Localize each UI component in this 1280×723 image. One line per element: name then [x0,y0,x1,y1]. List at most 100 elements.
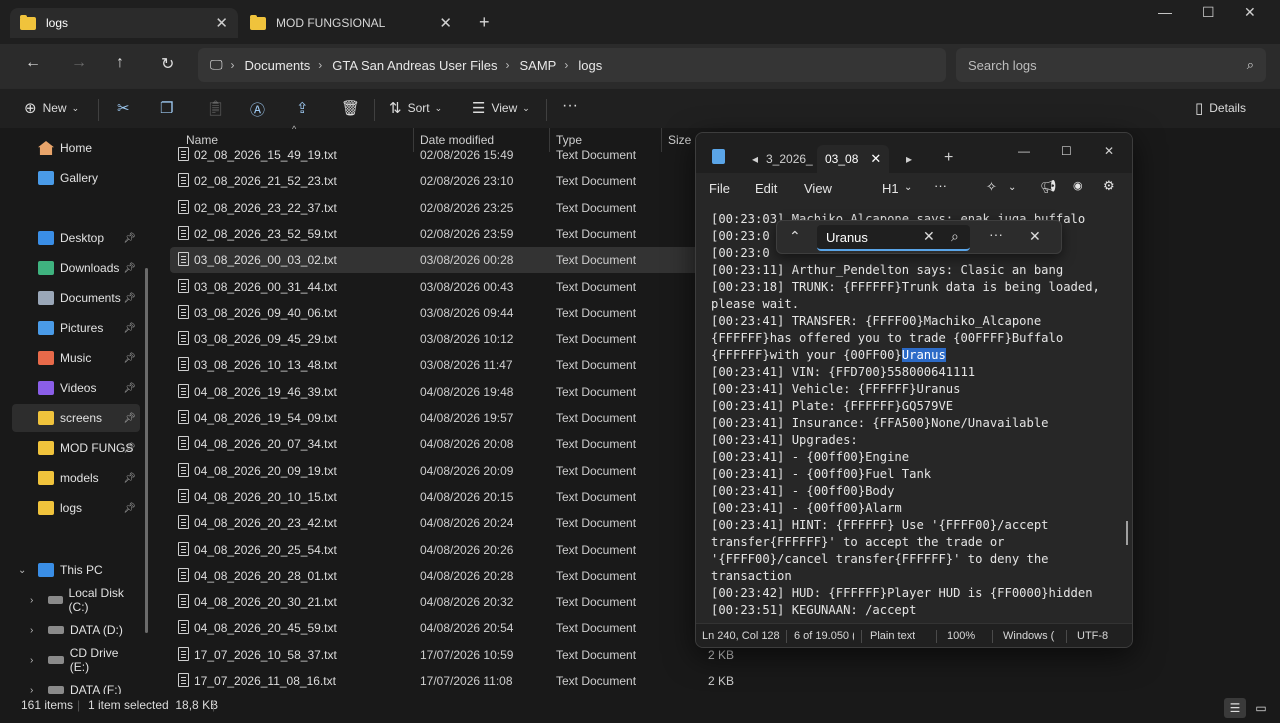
close-icon[interactable]: ✕ [439,14,452,32]
close-window-button[interactable]: ✕ [1104,137,1114,165]
gear-icon[interactable]: ⚙ [1103,178,1115,194]
minimize-button[interactable]: — [1018,137,1030,165]
table-row[interactable]: 03_08_2026_10_13_48.txt 03/08/2026 11:47… [170,352,710,378]
table-row[interactable]: 03_08_2026_00_31_44.txt 03/08/2026 00:43… [170,274,710,300]
copilot-icon[interactable]: ✧ [986,179,997,195]
zoom-level[interactable]: 100% [947,630,975,642]
table-row[interactable]: 04_08_2026_20_07_34.txt 04/08/2026 20:08… [170,431,710,457]
text-editor[interactable]: [00:23:03] Machiko_Alcapone says: enak j… [696,203,1132,621]
sidebar-item-drive[interactable]: › CD Drive (E:) [12,646,140,674]
menu-file[interactable]: File [709,181,730,196]
close-icon[interactable]: ✕ [870,151,881,167]
table-row[interactable]: 04_08_2026_20_28_01.txt 04/08/2026 20:28… [170,563,710,589]
table-row[interactable]: 04_08_2026_20_23_42.txt 04/08/2026 20:24… [170,510,710,536]
sidebar-item-pinned[interactable]: Videos 📌︎ [12,374,140,402]
paste-button[interactable]: 📋︎ [206,99,231,117]
table-row[interactable]: 04_08_2026_20_09_19.txt 04/08/2026 20:09… [170,458,710,484]
clear-search-icon[interactable]: ✕ [923,228,935,245]
find-input[interactable] [817,225,970,251]
table-row[interactable]: 04_08_2026_20_30_21.txt 04/08/2026 20:32… [170,589,710,615]
sidebar-item-pinned[interactable]: screens 📌︎ [12,404,140,432]
rename-button[interactable]: Ⓐ [250,99,271,120]
maximize-button[interactable]: ☐ [1061,137,1072,165]
line-ending[interactable]: Windows ( [1003,630,1059,642]
share-button[interactable]: ⇪ [296,99,315,117]
tab-scroll-left-icon[interactable]: ◂ [752,145,758,173]
sidebar-item-pinned[interactable]: MOD FUNGS 📌︎ [12,434,140,462]
breadcrumb-logs[interactable]: logs [578,58,602,73]
breadcrumb-gta[interactable]: GTA San Andreas User Files [332,58,497,73]
megaphone-icon[interactable]: 📢︎ [1040,179,1057,195]
delete-button[interactable]: 🗑︎ [341,99,366,117]
forward-button[interactable]: → [71,54,87,72]
editor-scrollbar-thumb[interactable] [1126,521,1128,545]
table-row[interactable]: 03_08_2026_00_03_02.txt 03/08/2026 00:28… [170,247,710,274]
sidebar-item-pinned[interactable]: models 📌︎ [12,464,140,492]
sidebar-item-pinned[interactable]: Documents 📌︎ [12,284,140,312]
table-row[interactable]: 02_08_2026_23_22_37.txt 02/08/2026 23:25… [170,195,710,221]
breadcrumb-documents[interactable]: Documents [245,58,311,73]
table-row[interactable]: 04_08_2026_19_54_09.txt 04/08/2026 19:57… [170,405,710,431]
sidebar-item-pinned[interactable]: Pictures 📌︎ [12,314,140,342]
refresh-button[interactable]: ↻ [161,54,174,74]
notepad-tab-active[interactable]: 03_08 ✕ [817,145,889,173]
table-row[interactable]: 17_07_2026_11_08_16.txt 17/07/2026 11:08… [170,668,734,694]
tiles-view-button[interactable]: ▭ [1250,698,1272,718]
sidebar-item-pinned[interactable]: Desktop 📌︎ [12,224,140,252]
new-tab-button[interactable]: + [944,144,953,172]
sidebar-item-this-pc[interactable]: ⌄ This PC [12,556,140,584]
table-row[interactable]: 03_08_2026_09_40_06.txt 03/08/2026 09:44… [170,300,710,326]
table-row[interactable]: 02_08_2026_23_52_59.txt 02/08/2026 23:59… [170,221,710,247]
close-icon[interactable]: ✕ [215,14,228,32]
sidebar-item-drive[interactable]: › Local Disk (C:) [12,586,140,614]
new-button[interactable]: ⊕ New ⌄ [24,99,79,117]
table-row[interactable]: 04_08_2026_20_45_59.txt 04/08/2026 20:54… [170,615,710,641]
cut-button[interactable]: ✂ [117,99,136,117]
minimize-button[interactable]: — [1158,4,1172,20]
up-button[interactable]: ↑ [116,54,124,72]
sidebar-scrollbar[interactable] [145,268,148,633]
sidebar-item-pinned[interactable]: Music 📌︎ [12,344,140,372]
new-tab-button[interactable]: + [479,12,490,33]
table-row[interactable]: 04_08_2026_19_46_39.txt 04/08/2026 19:48… [170,379,710,405]
maximize-button[interactable]: ☐ [1202,4,1215,21]
search-icon[interactable]: ⌕ [951,228,959,245]
menu-view[interactable]: View [804,181,832,196]
table-row[interactable]: 02_08_2026_21_52_23.txt 02/08/2026 23:10… [170,168,710,194]
close-find-button[interactable]: ✕ [1029,228,1041,245]
chevron-up-icon[interactable]: ⌃ [789,228,801,245]
table-row[interactable]: 04_08_2026_20_25_54.txt 04/08/2026 20:26… [170,537,710,563]
tab-scroll-right-icon[interactable]: ▸ [906,145,912,173]
search-box[interactable]: Search logs ⌕ [956,48,1266,82]
sidebar-item-home[interactable]: Home [12,134,140,162]
view-button[interactable]: ☰ View ⌄ [472,99,530,117]
back-button[interactable]: ← [25,54,41,72]
more-formatting-button[interactable]: ··· [934,178,947,193]
close-window-button[interactable]: ✕ [1244,4,1256,21]
editor-line: [00:23:41] - {00ff00}Body [711,483,1120,500]
details-view-button[interactable]: ☰ [1224,698,1246,718]
breadcrumb-samp[interactable]: SAMP [520,58,557,73]
sidebar-item-gallery[interactable]: Gallery [12,164,140,192]
tab-mod-fungsional[interactable]: MOD FUNGSIONAL ✕ [240,8,462,38]
encoding[interactable]: UTF-8 [1077,630,1108,642]
table-row[interactable]: 04_08_2026_20_10_15.txt 04/08/2026 20:15… [170,484,710,510]
account-icon[interactable]: ◉ [1073,179,1083,192]
table-row[interactable]: 17_07_2026_10_58_37.txt 17/07/2026 10:59… [170,642,734,668]
tab-logs[interactable]: logs ✕ [10,8,238,38]
table-row[interactable]: 03_08_2026_09_45_29.txt 03/08/2026 10:12… [170,326,710,352]
find-options-button[interactable]: ··· [989,226,1003,242]
details-button[interactable]: ▯ Details [1195,99,1246,117]
sidebar-item-drive[interactable]: › DATA (D:) [12,616,140,644]
sidebar-item-pinned[interactable]: Downloads 📌︎ [12,254,140,282]
breadcrumb[interactable]: 🖵 › Documents › GTA San Andreas User Fil… [198,48,946,82]
more-options-button[interactable]: ··· [562,97,578,115]
heading-dropdown[interactable]: H1 [882,181,899,196]
table-row[interactable]: 02_08_2026_15_49_19.txt 02/08/2026 15:49… [170,142,710,168]
notepad-tab-previous[interactable]: 3_2026_ [766,145,814,173]
sidebar-item-pinned[interactable]: logs 📌︎ [12,494,140,522]
sort-button[interactable]: ⇅ Sort ⌄ [389,99,442,117]
copy-button[interactable]: ❐ [160,99,179,117]
text-format[interactable]: Plain text [870,630,915,642]
menu-edit[interactable]: Edit [755,181,777,196]
